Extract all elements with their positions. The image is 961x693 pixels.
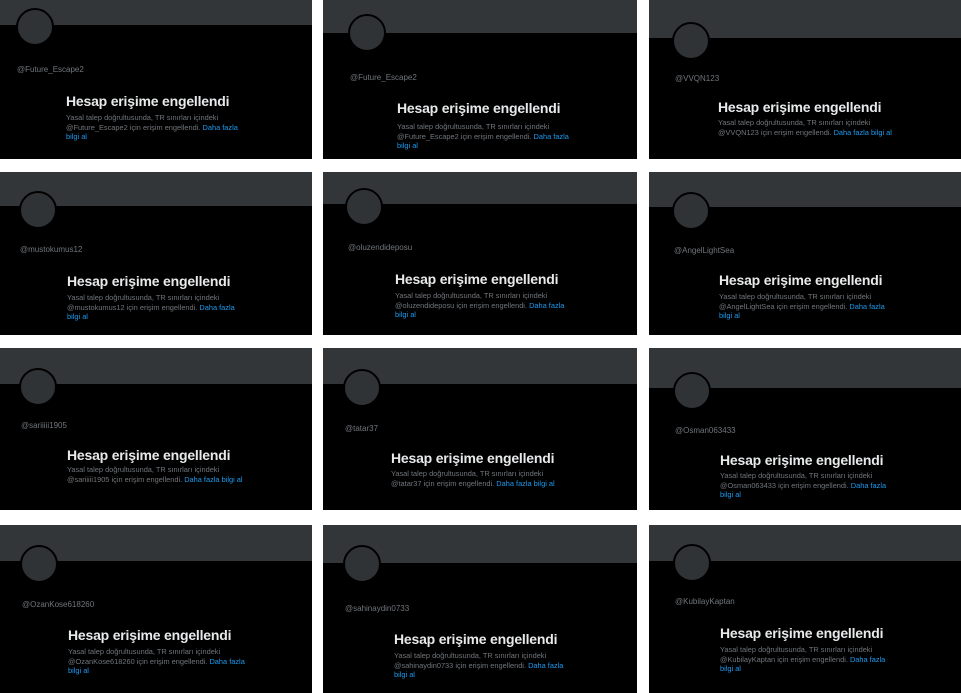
blocked-account-card: @Osman063433 Hesap erişime engellendi Ya… (649, 348, 961, 510)
description-text: için erişim engellendi. (456, 300, 527, 310)
description-text: için erişim engellendi. (111, 474, 183, 484)
handle: @AngelLightSea (674, 246, 735, 255)
description-text: Yasal talep doğrultusunda, TR sınırları … (67, 465, 220, 474)
description-text: Yasal talep doğrultusunda, TR sınırları … (719, 292, 872, 301)
avatar (673, 544, 711, 582)
description-text: için erişim engellendi. (776, 301, 848, 311)
blocked-title: Hesap erişime engellendi (391, 450, 555, 466)
handle: @Osman063433 (675, 426, 736, 435)
description-text: için erişim engellendi. (778, 480, 849, 490)
learn-more-link[interactable]: Daha fazla bilgi al (184, 475, 242, 484)
handle: @mustokumus12 (20, 245, 83, 254)
blocked-title: Hesap erişime engellendi (719, 272, 883, 288)
blocked-account-card: @mustokumus12 Hesap erişime engellendi Y… (0, 172, 312, 335)
blocked-title: Hesap erişime engellendi (68, 627, 232, 643)
handle: @sariiiii1905 (21, 421, 67, 430)
blocked-account-card: @tatar37 Hesap erişime engellendi Yasal … (323, 348, 637, 510)
blocked-title: Hesap erişime engellendi (67, 273, 231, 289)
blocked-description: Yasal talep doğrultusunda, TR sınırları … (394, 651, 572, 680)
description-handle: @oluzendideposu (395, 300, 455, 310)
description-handle: @Future_Escape2 (66, 122, 128, 132)
description-handle: @sariiiii1905 (67, 474, 110, 484)
blocked-title: Hesap erişime engellendi (720, 452, 884, 468)
handle: @sahinaydin0733 (345, 604, 410, 613)
avatar (672, 22, 710, 60)
avatar (343, 545, 381, 583)
blocked-description: Yasal talep doğrultusunda, TR sınırları … (720, 471, 898, 500)
handle: @KubilayKaptan (675, 597, 735, 606)
avatar (19, 368, 57, 406)
description-handle: @KubilayKaptan (720, 654, 776, 664)
blocked-description: Yasal talep doğrultusunda, TR sınırları … (391, 469, 569, 488)
description-handle: @AngelLightSea (719, 301, 775, 311)
description-text: için erişim engellendi. (460, 131, 532, 141)
description-handle: @tatar37 (391, 478, 422, 488)
blocked-account-card: @OzanKose618260 Hesap erişime engellendi… (0, 525, 312, 693)
handle: @oluzendideposu (348, 243, 413, 252)
blocked-description: Yasal talep doğrultusunda, TR sınırları … (719, 292, 897, 321)
description-text: için erişim engellendi. (777, 654, 848, 664)
blocked-title: Hesap erişime engellendi (395, 271, 559, 287)
description-text: Yasal talep doğrultusunda, TR sınırları … (66, 113, 219, 122)
blocked-title: Hesap erişime engellendi (394, 631, 558, 647)
description-text: için erişim engellendi. (129, 122, 201, 132)
description-text: Yasal talep doğrultusunda, TR sınırları … (68, 647, 221, 656)
learn-more-link[interactable]: Daha fazla bilgi al (496, 479, 554, 488)
blocked-title: Hesap erişime engellendi (397, 100, 561, 116)
handle: @Future_Escape2 (17, 65, 84, 74)
avatar (345, 188, 383, 226)
blocked-title: Hesap erişime engellendi (720, 625, 884, 641)
blocked-description: Yasal talep doğrultusunda, TR sınırları … (67, 465, 245, 484)
blocked-description: Yasal talep doğrultusunda, TR sınırları … (718, 118, 896, 137)
blocked-account-card: @oluzendideposu Hesap erişime engellendi… (323, 172, 637, 335)
blocked-title: Hesap erişime engellendi (66, 93, 230, 109)
description-text: için erişim engellendi. (126, 302, 198, 312)
blocked-title: Hesap erişime engellendi (718, 99, 882, 115)
blocked-account-card: @VVQN123 Hesap erişime engellendi Yasal … (649, 0, 961, 159)
blocked-account-card: @Future_Escape2 Hesap erişime engellendi… (0, 0, 312, 159)
handle: @tatar37 (345, 424, 379, 433)
description-text: için erişim engellendi. (136, 656, 208, 666)
description-handle: @Osman063433 (720, 480, 776, 490)
blocked-account-card: @KubilayKaptan Hesap erişime engellendi … (649, 525, 961, 693)
blocked-account-card: @sariiiii1905 Hesap erişime engellendi Y… (0, 348, 312, 510)
handle: @VVQN123 (675, 74, 720, 83)
avatar (343, 369, 381, 407)
description-text: için erişim engellendi. (423, 478, 495, 488)
description-text: Yasal talep doğrultusunda, TR sınırları … (720, 471, 873, 480)
blocked-title: Hesap erişime engellendi (67, 447, 231, 463)
blocked-account-card: @sahinaydin0733 Hesap erişime engellendi… (323, 525, 637, 693)
description-text: Yasal talep doğrultusunda, TR sınırları … (720, 645, 873, 654)
avatar (348, 14, 386, 52)
blocked-description: Yasal talep doğrultusunda, TR sınırları … (68, 647, 246, 676)
blocked-description: Yasal talep doğrultusunda, TR sınırları … (67, 293, 245, 322)
avatar (673, 372, 711, 410)
avatar (19, 191, 57, 229)
learn-more-link[interactable]: Daha fazla bilgi al (834, 128, 892, 137)
avatar (672, 192, 710, 230)
description-handle: @mustokumus12 (67, 302, 125, 312)
description-text: için erişim engellendi. (455, 660, 526, 670)
description-text: Yasal talep doğrultusunda, TR sınırları … (718, 118, 871, 127)
description-handle: @VVQN123 (718, 127, 759, 137)
blocked-description: Yasal talep doğrultusunda, TR sınırları … (66, 113, 244, 142)
description-handle: @Future_Escape2 (397, 131, 459, 141)
blocked-account-card: @Future_Escape2 Hesap erişime engellendi… (323, 0, 637, 159)
avatar (16, 8, 54, 46)
handle: @OzanKose618260 (22, 600, 95, 609)
blocked-account-card: @AngelLightSea Hesap erişime engellendi … (649, 172, 961, 335)
description-text: Yasal talep doğrultusunda, TR sınırları … (67, 293, 220, 302)
description-text: Yasal talep doğrultusunda, TR sınırları … (391, 469, 544, 478)
description-handle: @OzanKose618260 (68, 656, 135, 666)
handle: @Future_Escape2 (350, 73, 417, 82)
description-text: Yasal talep doğrultusunda, TR sınırları … (397, 122, 550, 131)
blocked-description: Yasal talep doğrultusunda, TR sınırları … (397, 122, 575, 151)
blocked-description: Yasal talep doğrultusunda, TR sınırları … (395, 291, 573, 320)
blocked-description: Yasal talep doğrultusunda, TR sınırları … (720, 645, 898, 674)
description-text: için erişim engellendi. (760, 127, 832, 137)
avatar (20, 545, 58, 583)
description-text: Yasal talep doğrultusunda, TR sınırları … (395, 291, 548, 300)
description-handle: @sahinaydin0733 (394, 660, 454, 670)
description-text: Yasal talep doğrultusunda, TR sınırları … (394, 651, 547, 660)
